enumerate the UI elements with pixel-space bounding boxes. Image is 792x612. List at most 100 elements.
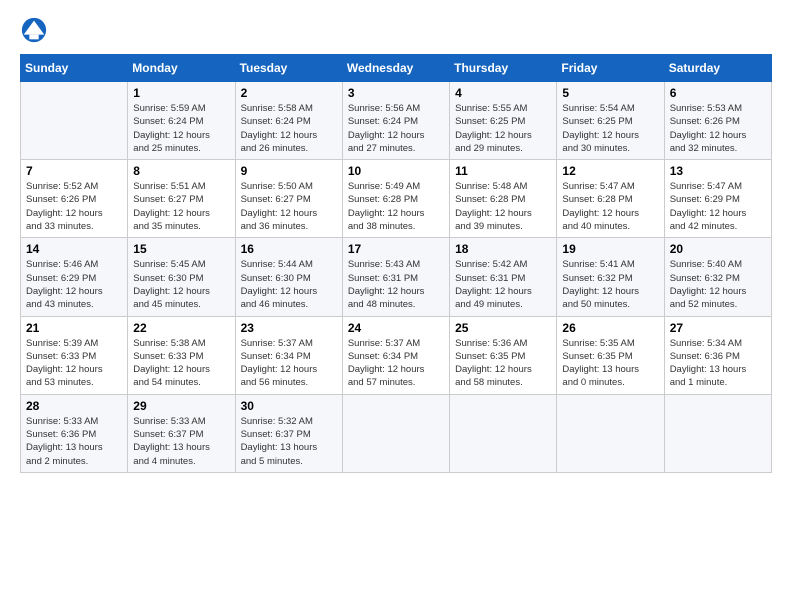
calendar-cell: 22 Sunrise: 5:38 AM Sunset: 6:33 PM Dayli… — [128, 316, 235, 394]
calendar-cell: 11 Sunrise: 5:48 AM Sunset: 6:28 PM Dayli… — [450, 160, 557, 238]
weekday-header-tuesday: Tuesday — [235, 55, 342, 82]
day-number: 29 — [133, 399, 229, 413]
calendar-cell: 6Sunrise: 5:53 AM Sunset: 6:26 PM Daylig… — [664, 82, 771, 160]
calendar-cell — [664, 394, 771, 472]
calendar-cell: 18 Sunrise: 5:42 AM Sunset: 6:31 PM Dayli… — [450, 238, 557, 316]
weekday-header-row: SundayMondayTuesdayWednesdayThursdayFrid… — [21, 55, 772, 82]
day-number: 19 — [562, 242, 658, 256]
calendar-cell: 26 Sunrise: 5:35 AM Sunset: 6:35 PM Dayli… — [557, 316, 664, 394]
day-number: 12 — [562, 164, 658, 178]
calendar-cell: 8Sunrise: 5:51 AM Sunset: 6:27 PM Daylig… — [128, 160, 235, 238]
day-info: Sunrise: 5:59 AM Sunset: 6:24 PM Dayligh… — [133, 102, 229, 155]
calendar-cell: 17Sunrise: 5:43 AM Sunset: 6:31 PM Dayli… — [342, 238, 449, 316]
calendar-cell: 7 Sunrise: 5:52 AM Sunset: 6:26 PM Daylig… — [21, 160, 128, 238]
day-number: 3 — [348, 86, 444, 100]
calendar-week-row: 1 Sunrise: 5:59 AM Sunset: 6:24 PM Daylig… — [21, 82, 772, 160]
day-info: Sunrise: 5:54 AM Sunset: 6:25 PM Dayligh… — [562, 102, 658, 155]
day-info: Sunrise: 5:37 AM Sunset: 6:34 PM Dayligh… — [241, 337, 337, 390]
calendar-week-row: 7 Sunrise: 5:52 AM Sunset: 6:26 PM Daylig… — [21, 160, 772, 238]
calendar-week-row: 28 Sunrise: 5:33 AM Sunset: 6:36 PM Dayli… — [21, 394, 772, 472]
day-number: 14 — [26, 242, 122, 256]
day-number: 18 — [455, 242, 551, 256]
day-info: Sunrise: 5:52 AM Sunset: 6:26 PM Dayligh… — [26, 180, 122, 233]
day-number: 8 — [133, 164, 229, 178]
day-number: 30 — [241, 399, 337, 413]
calendar-week-row: 21Sunrise: 5:39 AM Sunset: 6:33 PM Dayli… — [21, 316, 772, 394]
day-number: 28 — [26, 399, 122, 413]
calendar-cell: 21Sunrise: 5:39 AM Sunset: 6:33 PM Dayli… — [21, 316, 128, 394]
calendar-cell — [557, 394, 664, 472]
calendar-cell: 15 Sunrise: 5:45 AM Sunset: 6:30 PM Dayli… — [128, 238, 235, 316]
calendar-cell: 27 Sunrise: 5:34 AM Sunset: 6:36 PM Dayli… — [664, 316, 771, 394]
day-number: 21 — [26, 321, 122, 335]
page: SundayMondayTuesdayWednesdayThursdayFrid… — [0, 0, 792, 489]
day-info: Sunrise: 5:33 AM Sunset: 6:36 PM Dayligh… — [26, 415, 122, 468]
calendar-cell: 13 Sunrise: 5:47 AM Sunset: 6:29 PM Dayli… — [664, 160, 771, 238]
day-number: 11 — [455, 164, 551, 178]
day-info: Sunrise: 5:49 AM Sunset: 6:28 PM Dayligh… — [348, 180, 444, 233]
calendar-cell: 16 Sunrise: 5:44 AM Sunset: 6:30 PM Dayli… — [235, 238, 342, 316]
day-info: Sunrise: 5:47 AM Sunset: 6:29 PM Dayligh… — [670, 180, 766, 233]
day-number: 20 — [670, 242, 766, 256]
day-number: 10 — [348, 164, 444, 178]
day-info: Sunrise: 5:33 AM Sunset: 6:37 PM Dayligh… — [133, 415, 229, 468]
day-info: Sunrise: 5:34 AM Sunset: 6:36 PM Dayligh… — [670, 337, 766, 390]
day-number: 24 — [348, 321, 444, 335]
logo-icon — [20, 16, 48, 44]
day-info: Sunrise: 5:46 AM Sunset: 6:29 PM Dayligh… — [26, 258, 122, 311]
calendar-cell: 10 Sunrise: 5:49 AM Sunset: 6:28 PM Dayli… — [342, 160, 449, 238]
calendar-cell: 29 Sunrise: 5:33 AM Sunset: 6:37 PM Dayli… — [128, 394, 235, 472]
day-info: Sunrise: 5:53 AM Sunset: 6:26 PM Dayligh… — [670, 102, 766, 155]
day-info: Sunrise: 5:58 AM Sunset: 6:24 PM Dayligh… — [241, 102, 337, 155]
weekday-header-saturday: Saturday — [664, 55, 771, 82]
header — [20, 16, 772, 44]
day-number: 2 — [241, 86, 337, 100]
day-number: 13 — [670, 164, 766, 178]
weekday-header-thursday: Thursday — [450, 55, 557, 82]
calendar-cell — [450, 394, 557, 472]
calendar-cell: 14 Sunrise: 5:46 AM Sunset: 6:29 PM Dayli… — [21, 238, 128, 316]
day-number: 27 — [670, 321, 766, 335]
day-info: Sunrise: 5:43 AM Sunset: 6:31 PM Dayligh… — [348, 258, 444, 311]
day-number: 4 — [455, 86, 551, 100]
calendar-cell — [342, 394, 449, 472]
day-info: Sunrise: 5:55 AM Sunset: 6:25 PM Dayligh… — [455, 102, 551, 155]
day-info: Sunrise: 5:32 AM Sunset: 6:37 PM Dayligh… — [241, 415, 337, 468]
calendar-cell: 12 Sunrise: 5:47 AM Sunset: 6:28 PM Dayli… — [557, 160, 664, 238]
day-info: Sunrise: 5:50 AM Sunset: 6:27 PM Dayligh… — [241, 180, 337, 233]
calendar-cell — [21, 82, 128, 160]
day-info: Sunrise: 5:41 AM Sunset: 6:32 PM Dayligh… — [562, 258, 658, 311]
day-info: Sunrise: 5:48 AM Sunset: 6:28 PM Dayligh… — [455, 180, 551, 233]
day-info: Sunrise: 5:35 AM Sunset: 6:35 PM Dayligh… — [562, 337, 658, 390]
weekday-header-sunday: Sunday — [21, 55, 128, 82]
calendar-cell: 1 Sunrise: 5:59 AM Sunset: 6:24 PM Daylig… — [128, 82, 235, 160]
weekday-header-wednesday: Wednesday — [342, 55, 449, 82]
day-info: Sunrise: 5:40 AM Sunset: 6:32 PM Dayligh… — [670, 258, 766, 311]
calendar-cell: 28 Sunrise: 5:33 AM Sunset: 6:36 PM Dayli… — [21, 394, 128, 472]
day-info: Sunrise: 5:42 AM Sunset: 6:31 PM Dayligh… — [455, 258, 551, 311]
day-number: 15 — [133, 242, 229, 256]
calendar-cell: 25Sunrise: 5:36 AM Sunset: 6:35 PM Dayli… — [450, 316, 557, 394]
day-info: Sunrise: 5:37 AM Sunset: 6:34 PM Dayligh… — [348, 337, 444, 390]
calendar-cell: 24 Sunrise: 5:37 AM Sunset: 6:34 PM Dayli… — [342, 316, 449, 394]
day-number: 7 — [26, 164, 122, 178]
calendar-cell: 2 Sunrise: 5:58 AM Sunset: 6:24 PM Daylig… — [235, 82, 342, 160]
calendar-cell: 4 Sunrise: 5:55 AM Sunset: 6:25 PM Daylig… — [450, 82, 557, 160]
day-number: 5 — [562, 86, 658, 100]
day-info: Sunrise: 5:45 AM Sunset: 6:30 PM Dayligh… — [133, 258, 229, 311]
day-number: 26 — [562, 321, 658, 335]
day-number: 22 — [133, 321, 229, 335]
calendar-cell: 23 Sunrise: 5:37 AM Sunset: 6:34 PM Dayli… — [235, 316, 342, 394]
day-info: Sunrise: 5:44 AM Sunset: 6:30 PM Dayligh… — [241, 258, 337, 311]
calendar-cell: 20 Sunrise: 5:40 AM Sunset: 6:32 PM Dayli… — [664, 238, 771, 316]
calendar-cell: 30 Sunrise: 5:32 AM Sunset: 6:37 PM Dayli… — [235, 394, 342, 472]
day-number: 1 — [133, 86, 229, 100]
day-info: Sunrise: 5:38 AM Sunset: 6:33 PM Dayligh… — [133, 337, 229, 390]
day-number: 23 — [241, 321, 337, 335]
calendar-cell: 3Sunrise: 5:56 AM Sunset: 6:24 PM Daylig… — [342, 82, 449, 160]
day-number: 16 — [241, 242, 337, 256]
logo — [20, 16, 52, 44]
weekday-header-friday: Friday — [557, 55, 664, 82]
calendar-cell: 5 Sunrise: 5:54 AM Sunset: 6:25 PM Daylig… — [557, 82, 664, 160]
day-info: Sunrise: 5:47 AM Sunset: 6:28 PM Dayligh… — [562, 180, 658, 233]
